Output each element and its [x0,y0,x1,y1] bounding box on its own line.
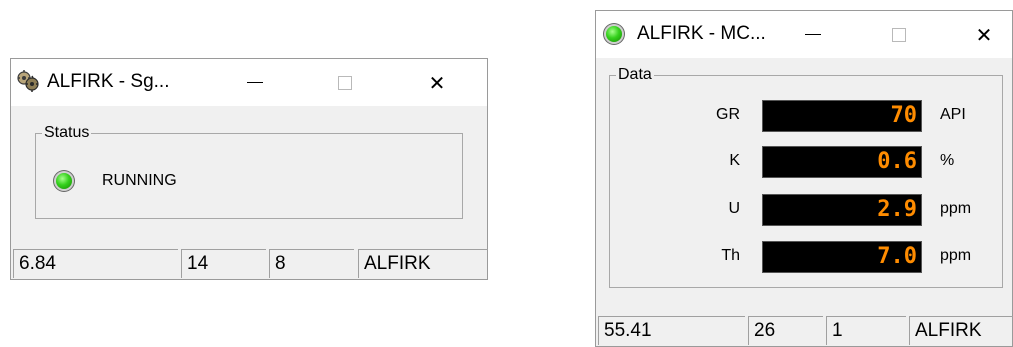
close-icon: ✕ [428,70,446,95]
statusbar-cell: ALFIRK [909,316,1013,345]
minimize-button[interactable] [790,11,836,58]
statusbar-cell: 14 [181,249,266,278]
statusbar-cell: 26 [748,316,823,345]
readout-display: 7.0 [762,241,922,273]
readout-label: U [728,200,740,217]
minimize-icon [805,34,821,35]
sg-window-title: ALFIRK - Sg... [47,71,170,92]
data-group-label: Data [616,65,654,85]
statusbar-cell: 8 [269,249,354,278]
mc-window: ALFIRK - MC... ✕ Data GR 70 API K 0.6 % … [595,10,1013,347]
statusbar-cell: 1 [826,316,906,345]
readout-unit: % [940,152,955,169]
readout-unit: ppm [940,247,972,264]
status-text: RUNNING [102,172,177,189]
close-button[interactable]: ✕ [414,59,460,106]
readout-label: GR [716,106,740,123]
mc-status-bar: 55.41 26 1 ALFIRK [596,313,1013,346]
mc-title-bar[interactable]: ALFIRK - MC... ✕ [596,11,1012,58]
maximize-button[interactable] [322,59,368,106]
readout-label: Th [721,247,740,264]
data-group: Data GR 70 API K 0.6 % U 2.9 ppm Th 7.0 … [609,65,1003,288]
close-icon: ✕ [975,22,993,47]
minimize-button[interactable] [232,59,278,106]
status-led-icon [56,173,72,189]
maximize-icon [892,27,906,42]
readout-display: 0.6 [762,146,922,178]
close-button[interactable]: ✕ [961,11,1007,58]
readout-display: 70 [762,100,922,132]
statusbar-cell: 55.41 [598,316,745,345]
gears-icon [16,70,40,92]
title-led-icon [606,26,622,42]
readout-label: K [729,152,740,169]
maximize-icon [338,75,352,90]
status-group-label: Status [42,123,92,143]
readout-unit: ppm [940,200,972,217]
mc-window-title: ALFIRK - MC... [637,23,766,44]
statusbar-cell: 6.84 [13,249,178,278]
minimize-icon [247,82,263,83]
status-group: Status RUNNING [35,123,463,219]
sg-title-bar[interactable]: ALFIRK - Sg... ✕ [11,59,487,106]
readout-display: 2.9 [762,194,922,226]
sg-window: ALFIRK - Sg... ✕ Status RUNNING 6.84 14 … [10,58,488,280]
readout-unit: API [940,106,966,123]
statusbar-cell: ALFIRK [358,249,488,278]
sg-status-bar: 6.84 14 8 ALFIRK [11,246,488,279]
maximize-button[interactable] [876,11,922,58]
